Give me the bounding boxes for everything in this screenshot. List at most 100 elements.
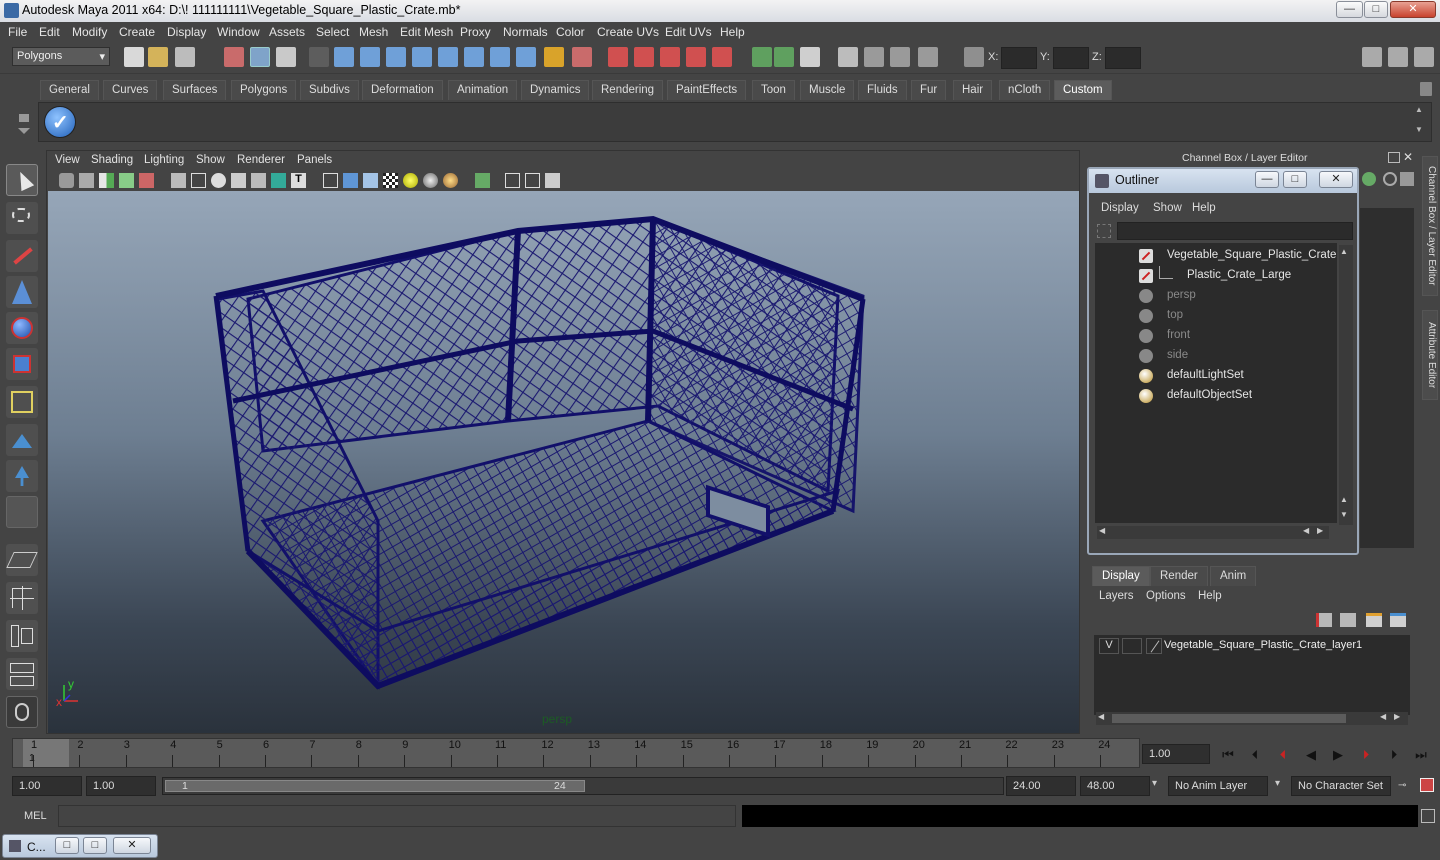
shelf-scroll-down-icon[interactable]: ▼ bbox=[1415, 125, 1427, 135]
shelf-tab-dynamics[interactable]: Dynamics bbox=[521, 80, 590, 100]
render-current-icon[interactable] bbox=[864, 47, 884, 67]
command-input[interactable] bbox=[58, 805, 736, 827]
bookmarks-icon[interactable] bbox=[99, 173, 114, 188]
xray-joints-icon[interactable] bbox=[525, 173, 540, 188]
render-settings-icon[interactable] bbox=[918, 47, 938, 67]
step-back-key-icon[interactable]: ⏴ bbox=[1273, 746, 1293, 764]
shelf-tab-general[interactable]: General bbox=[40, 80, 99, 100]
last-tool-icon[interactable] bbox=[6, 496, 38, 528]
field-chart-icon[interactable] bbox=[251, 173, 266, 188]
scroll-up-icon[interactable]: ▲ bbox=[1340, 247, 1348, 256]
tool-settings-toggle-icon[interactable] bbox=[1388, 47, 1408, 67]
layer-horizontal-scrollbar[interactable]: ◀ ◀ ▶ bbox=[1096, 712, 1408, 725]
shelf-tab-painteffects[interactable]: PaintEffects bbox=[667, 80, 747, 100]
channel-box-keying-icon[interactable] bbox=[1362, 172, 1376, 186]
two-d-pan-zoom-icon[interactable] bbox=[139, 173, 154, 188]
time-ruler[interactable]: 1 1 2 3 4 5 6 7 8 9 10 11 12 13 14 15 16 17 18 19 20 21 22 23 2… bbox=[12, 738, 1140, 768]
viewport-menu-view[interactable]: View bbox=[55, 154, 80, 166]
outliner-menu-help[interactable]: Help bbox=[1192, 202, 1216, 214]
outliner-maximize-button[interactable]: □ bbox=[1283, 171, 1307, 188]
scroll-right-icon[interactable]: ▶ bbox=[1394, 712, 1400, 721]
layer-color-swatch[interactable] bbox=[1146, 638, 1162, 654]
close-button[interactable]: ✕ bbox=[1390, 1, 1436, 18]
step-back-frame-icon[interactable]: ⏴ bbox=[1245, 746, 1265, 764]
scroll-left-icon[interactable]: ◀ bbox=[1098, 712, 1104, 721]
go-to-start-icon[interactable]: ⏮ bbox=[1218, 746, 1238, 764]
layer-type-toggle[interactable] bbox=[1122, 638, 1142, 654]
channel-box-pen-icon[interactable] bbox=[1400, 172, 1414, 186]
viewport-menu-shading[interactable]: Shading bbox=[91, 154, 133, 166]
shelf-tab-subdivs[interactable]: Subdivs bbox=[300, 80, 359, 100]
scroll-left-icon[interactable]: ◀ bbox=[1380, 712, 1386, 721]
scroll-thumb[interactable] bbox=[1112, 714, 1346, 723]
outliner-item-persp[interactable]: persp bbox=[1095, 286, 1335, 306]
menu-normals[interactable]: Normals bbox=[503, 25, 548, 39]
step-forward-frame-icon[interactable]: ⏵ bbox=[1384, 746, 1404, 764]
grid-icon[interactable] bbox=[171, 173, 186, 188]
snap-view-plane-icon[interactable] bbox=[686, 47, 706, 67]
highlight-selection-icon[interactable] bbox=[572, 47, 592, 67]
xray-active-icon[interactable] bbox=[545, 173, 560, 188]
channel-box-manip-icon[interactable] bbox=[1383, 172, 1397, 186]
menu-edit-mesh[interactable]: Edit Mesh bbox=[400, 25, 453, 39]
key-icon[interactable]: ⊸ bbox=[1398, 780, 1412, 791]
select-dynamics-icon[interactable] bbox=[464, 47, 484, 67]
output-ops-icon[interactable] bbox=[774, 47, 794, 67]
anim-layer-select[interactable]: No Anim Layer bbox=[1168, 776, 1268, 796]
show-manipulator-icon[interactable] bbox=[6, 460, 38, 492]
viewport-menu-panels[interactable]: Panels bbox=[297, 154, 332, 166]
outliner-item-side[interactable]: side bbox=[1095, 346, 1335, 366]
scroll-left-icon[interactable]: ◀ bbox=[1303, 526, 1309, 535]
shelf-tab-hair[interactable]: Hair bbox=[953, 80, 993, 100]
channel-box-toggle-icon[interactable] bbox=[1414, 47, 1434, 67]
snap-curve-icon[interactable] bbox=[634, 47, 654, 67]
layer-tab-anim[interactable]: Anim bbox=[1210, 566, 1257, 586]
range-slider-handle[interactable]: 1 24 bbox=[165, 780, 585, 792]
outliner-layout-icon[interactable] bbox=[6, 620, 38, 652]
menu-file[interactable]: File bbox=[8, 25, 27, 39]
outliner-item-default-object-set[interactable]: defaultObjectSet bbox=[1095, 386, 1335, 406]
shelf-tab-fur[interactable]: Fur bbox=[911, 80, 947, 100]
camera-attributes-icon[interactable] bbox=[79, 173, 94, 188]
select-camera-icon[interactable] bbox=[59, 173, 74, 188]
outliner-item-top[interactable]: top bbox=[1095, 306, 1335, 326]
select-deformers-icon[interactable] bbox=[438, 47, 458, 67]
select-component-icon[interactable] bbox=[276, 47, 296, 67]
ipr-render-icon[interactable] bbox=[890, 47, 910, 67]
high-quality-icon[interactable] bbox=[443, 173, 458, 188]
snap-grid-icon[interactable] bbox=[608, 47, 628, 67]
shelf-tab-toon[interactable]: Toon bbox=[752, 80, 795, 100]
outliner-filter-icon[interactable] bbox=[1097, 224, 1111, 238]
image-plane-icon[interactable] bbox=[119, 173, 134, 188]
playback-end-field[interactable]: 24.00 bbox=[1006, 776, 1076, 796]
menu-help[interactable]: Help bbox=[720, 25, 745, 39]
move-layer-down-icon[interactable] bbox=[1340, 613, 1356, 627]
gate-mask-icon[interactable] bbox=[231, 173, 246, 188]
menu-set-select[interactable]: Polygons ▾ bbox=[12, 47, 110, 66]
command-language-label[interactable]: MEL bbox=[24, 810, 47, 822]
close-button[interactable]: ✕ bbox=[113, 837, 151, 854]
chevron-down-icon[interactable]: ▾ bbox=[1152, 778, 1157, 789]
shelf-menu-icon[interactable] bbox=[14, 100, 34, 142]
wireframe-on-shaded-icon[interactable] bbox=[363, 173, 378, 188]
menu-window[interactable]: Window bbox=[217, 25, 260, 39]
xray-icon[interactable] bbox=[505, 173, 520, 188]
go-to-end-icon[interactable]: ⏭ bbox=[1411, 746, 1431, 764]
mask-dropdown-icon[interactable] bbox=[309, 47, 329, 67]
tab-attribute-editor[interactable]: Attribute Editor bbox=[1422, 310, 1438, 400]
open-scene-icon[interactable] bbox=[148, 47, 168, 67]
shelf-tab-deformation[interactable]: Deformation bbox=[362, 80, 443, 100]
play-backwards-icon[interactable]: ◀ bbox=[1301, 746, 1321, 764]
scroll-right-icon[interactable]: ▶ bbox=[1317, 526, 1323, 535]
maximize-button[interactable]: □ bbox=[83, 837, 107, 854]
layer-visibility-toggle[interactable]: V bbox=[1099, 638, 1119, 654]
menu-select[interactable]: Select bbox=[316, 25, 349, 39]
layer-row[interactable]: V Vegetable_Square_Plastic_Crate_layer1 bbox=[1094, 637, 1408, 655]
menu-modify[interactable]: Modify bbox=[72, 25, 107, 39]
render-view-icon[interactable] bbox=[838, 47, 858, 67]
channel-box-float-icon[interactable] bbox=[1388, 152, 1400, 163]
resolution-gate-icon[interactable] bbox=[211, 173, 226, 188]
menu-edit[interactable]: Edit bbox=[39, 25, 60, 39]
menu-edit-uvs[interactable]: Edit UVs bbox=[665, 25, 712, 39]
outliner-item-default-light-set[interactable]: defaultLightSet bbox=[1095, 366, 1335, 386]
